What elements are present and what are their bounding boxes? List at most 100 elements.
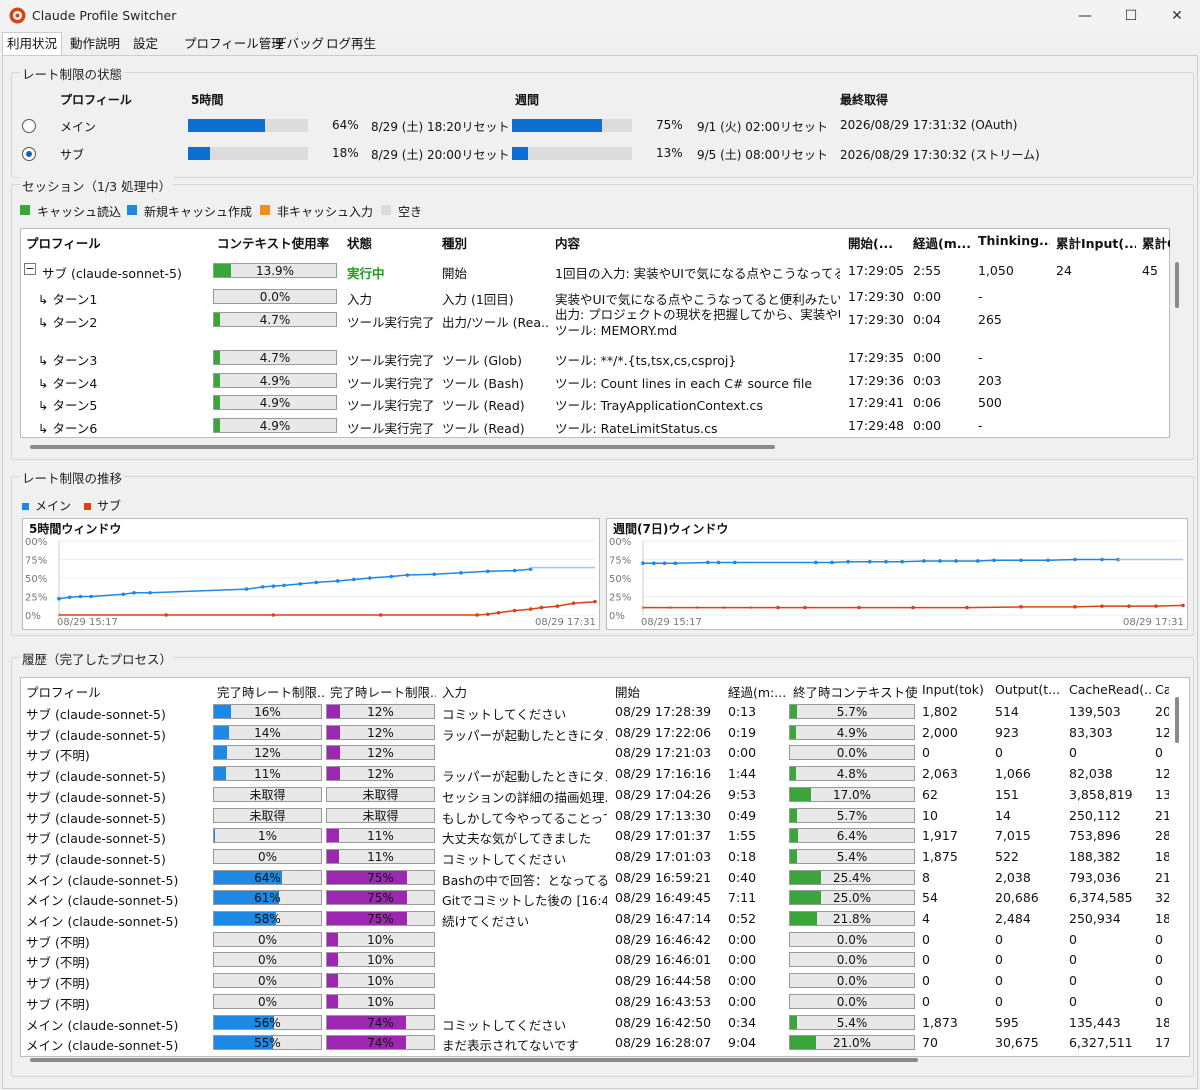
history-column-header[interactable]: 完了時レート制限... [330, 682, 436, 701]
session-column-header[interactable]: 開始(... [848, 233, 908, 252]
data-point [486, 569, 490, 574]
history-vscroll[interactable] [1175, 697, 1179, 743]
rate-header-last: 最終取得 [840, 93, 889, 107]
session-column-header[interactable]: 累計Out [1142, 233, 1170, 252]
history-hscroll[interactable] [30, 1058, 918, 1062]
history-week-rate-label: 未取得 [362, 787, 399, 802]
session-thinking: - [978, 418, 983, 433]
history-column-header[interactable]: 終了時コンテキスト使... [793, 682, 917, 701]
session-column-header[interactable]: 経過(m... [913, 233, 973, 252]
session-column-header[interactable]: プロフィール [26, 233, 206, 252]
session-column-header[interactable]: Thinking... [978, 233, 1050, 248]
history-column-header[interactable]: Output(t... [995, 682, 1065, 697]
history-output-tokens: 2,038 [995, 869, 1031, 885]
legend-swatch [381, 205, 391, 215]
history-5h-rate-label: 0% [257, 974, 278, 989]
history-start: 08/29 16:47:14 [615, 911, 712, 926]
history-5h-rate-label: 64% [254, 870, 281, 885]
tab-settings[interactable]: 設定 [129, 33, 162, 55]
history-column-header[interactable]: プロフィール [26, 682, 211, 701]
turn-label: ↳ ターン4 [38, 376, 98, 391]
history-context-bar: 5.4% [789, 1014, 915, 1030]
collapse-toggle[interactable]: − [24, 263, 36, 275]
session-vscroll[interactable] [1175, 262, 1179, 308]
history-column-header[interactable]: CacheRead(... [1069, 682, 1151, 697]
history-cache-read: 139,503 [1069, 704, 1121, 719]
history-elapsed: 0:34 [728, 1014, 757, 1030]
data-point [911, 605, 915, 610]
window-title: Claude Profile Switcher [32, 8, 177, 23]
data-point [512, 568, 517, 573]
history-cache-read: 6,327,511 [1069, 1035, 1133, 1051]
tab-debug[interactable]: デバッグ [270, 33, 328, 55]
history-week-rate-label: 10% [367, 953, 394, 968]
last-fetched: 2026/08/29 17:31:32 (OAuth) [840, 118, 1018, 132]
close-button[interactable]: ✕ [1154, 0, 1200, 32]
session-hscroll[interactable] [30, 445, 775, 449]
data-point [389, 574, 394, 579]
session-column-header[interactable]: 状態 [347, 233, 437, 252]
history-column-header[interactable]: 経過(m:... [728, 682, 788, 701]
history-input: セッションの詳細の描画処理... [442, 789, 607, 805]
history-context-label: 17.0% [832, 787, 872, 802]
tab-help[interactable]: 動作説明 [66, 33, 124, 55]
history-5h-rate-label: 未取得 [249, 787, 286, 802]
history-column-header[interactable]: 完了時レート制限... [217, 682, 325, 701]
session-column-header[interactable]: 種別 [442, 233, 552, 252]
history-cache-read: 83,303 [1069, 724, 1113, 740]
maximize-button[interactable]: ☐ [1108, 0, 1154, 32]
x-end-label: 08/29 17:31 [1123, 617, 1184, 628]
history-week-rate-label: 75% [367, 912, 394, 926]
history-context-label: 6.4% [836, 829, 868, 844]
history-column-header[interactable]: 入力 [442, 682, 607, 701]
chart-title: 5時間ウィンドウ [29, 521, 121, 536]
data-point [749, 605, 753, 610]
session-state: 入力 [347, 292, 373, 307]
history-input-tokens: 70 [922, 1035, 938, 1051]
history-profile: サブ (claude-sonnet-5) [26, 789, 166, 805]
history-cache-read: 135,443 [1069, 1014, 1121, 1030]
history-cache-read: 0 [1069, 993, 1077, 1009]
history-5h-rate-bar: 0% [213, 973, 322, 989]
week-bar-fill [512, 147, 528, 160]
history-context-label: 5.4% [836, 1015, 868, 1030]
data-point [496, 610, 501, 615]
history-elapsed: 1:55 [728, 828, 757, 844]
history-column-header[interactable]: 開始 [615, 682, 720, 701]
data-point [405, 573, 410, 577]
history-start: 08/29 16:46:42 [615, 931, 712, 947]
history-5h-rate-label: 1% [257, 829, 278, 844]
data-point [368, 576, 372, 580]
session-profile: サブ (claude-sonnet-5) [42, 266, 182, 281]
data-point [148, 591, 152, 595]
session-kind: 入力 (1回目) [442, 292, 514, 307]
profile-radio[interactable] [22, 119, 36, 133]
history-5h-rate-bar: 0% [213, 952, 322, 968]
legend-swatch [260, 205, 270, 215]
session-elapsed: 0:00 [913, 418, 942, 433]
session-column-header[interactable]: 累計Input(... [1056, 233, 1136, 252]
session-start: 17:29:35 [848, 350, 905, 365]
history-column-header[interactable]: Input(tok) [922, 682, 990, 697]
session-title: セッション（1/3 処理中） [20, 176, 174, 195]
session-column-header[interactable]: コンテキスト使用率 [217, 233, 337, 252]
context-usage-bar: 4.7% [213, 312, 337, 327]
legend-swatch [127, 205, 137, 215]
history-start: 08/29 17:28:39 [615, 704, 712, 719]
tab-usage[interactable]: 利用状況 [2, 32, 63, 56]
history-cache-create: 0 [1155, 745, 1163, 761]
history-cache-read: 753,896 [1069, 828, 1121, 844]
history-week-rate-bar: 10% [326, 973, 435, 989]
history-week-rate-label: 10% [367, 994, 394, 1009]
history-column-header[interactable]: Ca [1155, 682, 1169, 697]
tab-log-replay[interactable]: ログ再生 [322, 33, 380, 55]
data-point [846, 559, 850, 564]
history-context-label: 0.0% [836, 932, 868, 947]
minimize-button[interactable]: — [1062, 0, 1108, 32]
history-start: 08/29 17:01:37 [615, 828, 712, 844]
history-5h-rate-bar: 14% [213, 724, 322, 740]
five-hour-bar-fill [188, 119, 265, 132]
history-input-tokens: 0 [922, 745, 930, 761]
session-column-header[interactable]: 内容 [555, 233, 835, 252]
profile-radio[interactable] [22, 147, 36, 161]
